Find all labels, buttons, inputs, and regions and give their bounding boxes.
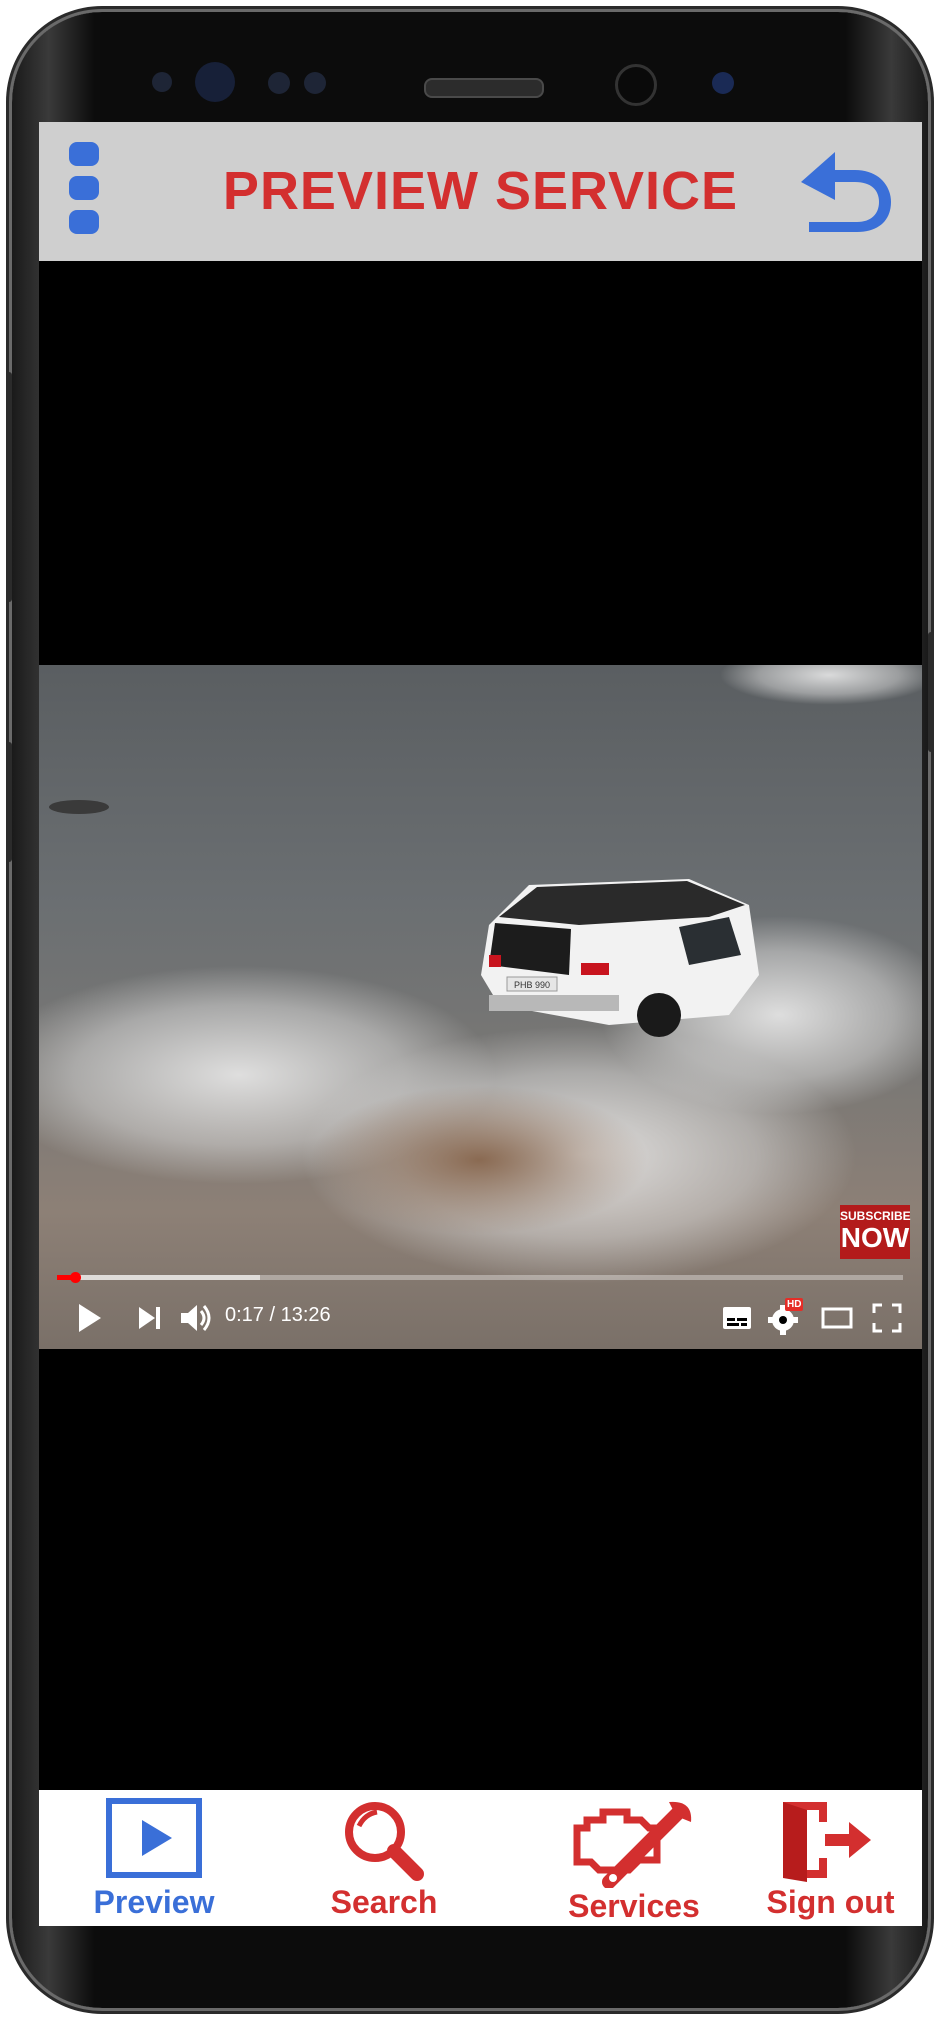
subscribe-text: SUBSCRIBE — [840, 1209, 911, 1223]
app-header: PREVIEW SERVICE — [39, 122, 922, 261]
volume-button — [6, 372, 12, 602]
nav-item-preview[interactable]: Preview — [59, 1798, 249, 1922]
sensor — [268, 72, 290, 94]
theater-mode-icon[interactable] — [817, 1298, 857, 1338]
hd-badge: HD — [785, 1298, 804, 1311]
buffered-bar — [57, 1275, 261, 1280]
sensor — [152, 72, 172, 92]
scrubber-handle[interactable] — [69, 1272, 81, 1283]
undo-arrow-icon[interactable] — [791, 148, 895, 236]
nav-item-search[interactable]: Search — [289, 1798, 479, 1922]
sensor — [304, 72, 326, 94]
video-controls: 0:17 / 13:26 HD — [39, 1290, 922, 1345]
captions-icon[interactable] — [717, 1298, 757, 1338]
play-icon[interactable] — [69, 1298, 109, 1338]
nav-item-sign-out[interactable]: Sign out — [739, 1798, 922, 1922]
video-player[interactable]: PHB 990 SUBSCRIBE NOW 0:17 / 13:26 HD — [39, 665, 922, 1349]
next-icon[interactable] — [129, 1298, 169, 1338]
volume-icon[interactable] — [175, 1298, 215, 1338]
water-foam — [719, 665, 922, 705]
engine-wrench-icon — [573, 1801, 692, 1888]
power-button — [928, 632, 934, 752]
now-text: NOW — [840, 1222, 910, 1253]
video-letterbox-top — [39, 261, 922, 665]
page-title: PREVIEW SERVICE — [222, 161, 739, 221]
fullscreen-icon[interactable] — [867, 1298, 907, 1338]
swimmer — [49, 800, 109, 814]
iris-camera — [195, 62, 235, 102]
nav-item-services[interactable]: Services — [529, 1798, 739, 1924]
phone-frame: PREVIEW SERVICE PHB 990 SUBSCRIBE NOW 0:… — [6, 12, 934, 2008]
bottom-navigation: Preview Search Services Sign out — [39, 1790, 922, 1926]
video-progress-bar[interactable] — [57, 1272, 903, 1283]
bixby-button — [6, 742, 12, 862]
front-camera — [615, 64, 657, 106]
license-plate: PHB 990 — [514, 980, 550, 990]
app-screen: PREVIEW SERVICE PHB 990 SUBSCRIBE NOW 0:… — [39, 122, 922, 1926]
sensor — [712, 72, 734, 94]
exit-door-icon — [783, 1802, 871, 1882]
settings-button[interactable]: HD — [765, 1298, 805, 1338]
muddy-water — [309, 1085, 649, 1235]
play-box-icon — [106, 1798, 202, 1878]
suv-vehicle: PHB 990 — [481, 879, 759, 1037]
nav-label-preview: Preview — [93, 1884, 215, 1920]
nav-label-services: Services — [568, 1888, 700, 1924]
magnifier-icon — [345, 1802, 424, 1881]
video-letterbox-bottom — [39, 1349, 922, 1790]
nav-label-sign-out: Sign out — [766, 1884, 895, 1920]
nav-label-search: Search — [330, 1884, 438, 1920]
subscribe-now-overlay[interactable]: SUBSCRIBE NOW — [840, 1205, 911, 1259]
time-display: 0:17 / 13:26 — [225, 1304, 331, 1326]
earpiece-speaker — [424, 78, 544, 98]
